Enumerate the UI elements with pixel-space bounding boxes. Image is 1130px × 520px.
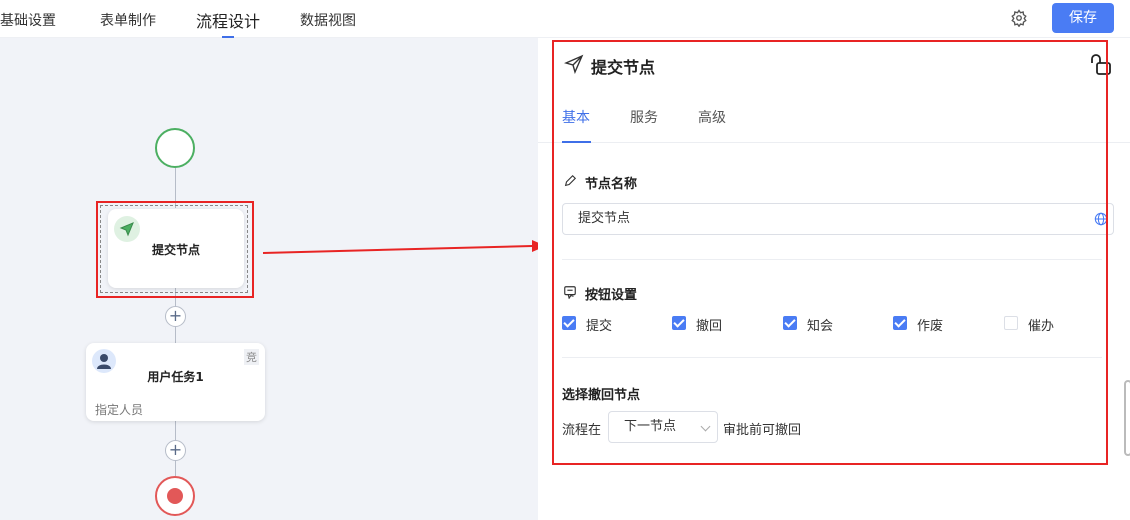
submit-node-title: 提交节点 <box>151 243 200 257</box>
active-tab-indicator <box>222 36 234 38</box>
top-nav: 基础设置 表单制作 流程设计 数据视图 保存 <box>0 0 1130 38</box>
send-icon <box>114 216 140 242</box>
tab-form-design[interactable]: 表单制作 <box>100 10 156 30</box>
highlight-box-panel <box>552 40 1108 465</box>
tab-basic-settings[interactable]: 基础设置 <box>0 10 56 30</box>
end-node[interactable] <box>155 476 195 516</box>
save-button[interactable]: 保存 <box>1052 3 1114 33</box>
user-task-node[interactable]: 用户任务1 竞 指定人员 <box>86 343 265 421</box>
tab-process-design[interactable]: 流程设计 <box>196 8 261 38</box>
submit-node[interactable]: 提交节点 <box>108 209 244 288</box>
user-task-title: 用户任务1 <box>147 370 204 384</box>
annotation-arrow <box>262 240 546 254</box>
add-node-button[interactable]: + <box>165 440 186 461</box>
gear-icon[interactable] <box>1010 9 1028 27</box>
start-node[interactable] <box>155 128 195 168</box>
user-task-subtitle: 指定人员 <box>95 403 144 417</box>
user-task-badge: 竞 <box>244 349 259 365</box>
tab-process-design-label: 流程设计 <box>196 12 261 31</box>
side-handle[interactable] <box>1124 380 1130 456</box>
end-node-dot <box>167 488 183 504</box>
add-node-button[interactable]: + <box>165 306 186 327</box>
flow-canvas[interactable] <box>0 38 538 520</box>
tab-data-view[interactable]: 数据视图 <box>300 10 356 30</box>
